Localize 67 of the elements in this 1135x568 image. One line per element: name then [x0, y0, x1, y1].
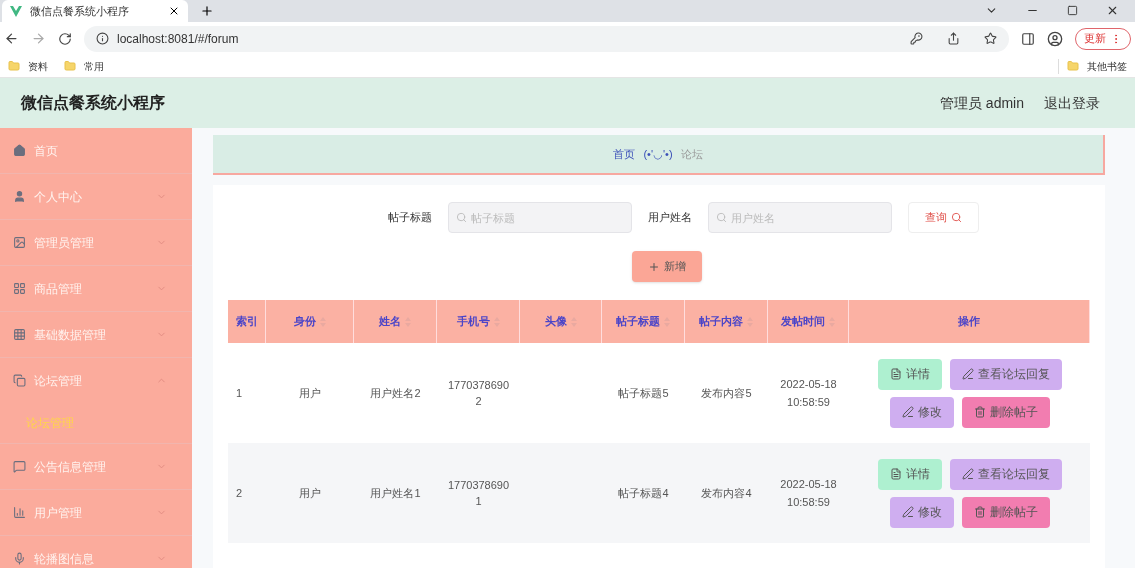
pen-icon [961, 368, 974, 380]
table-cell-text: 用户姓名2 [370, 385, 421, 401]
trash-icon [973, 406, 986, 418]
key-icon[interactable] [910, 32, 923, 45]
info-icon[interactable] [96, 32, 109, 45]
star-icon[interactable] [984, 32, 997, 45]
table-cell-text: 2 [236, 485, 243, 501]
user-label: 管理员 admin [939, 93, 1024, 113]
browser-tab[interactable]: 微信点餐系统小程序 [2, 0, 188, 22]
replies-button[interactable]: 查看论坛回复 [949, 458, 1062, 490]
pen-icon [901, 506, 914, 518]
table-cell-text: 用户 [299, 485, 321, 501]
search-icon [715, 212, 727, 223]
table-cell-text: 2022-05-18 10:58:59 [779, 477, 838, 510]
plus-icon [648, 260, 660, 273]
maximize-icon[interactable] [1067, 5, 1078, 16]
new-tab-icon[interactable] [200, 4, 214, 18]
bookmark[interactable]: 常用 [64, 58, 104, 74]
breadcrumb-current: 论坛 [680, 146, 703, 162]
side-panel-icon[interactable] [1021, 31, 1035, 46]
folder-icon [8, 60, 20, 72]
edit-button[interactable]: 修改 [889, 396, 954, 428]
table-cell-text: 2022-05-18 10:58:59 [779, 377, 838, 410]
breadcrumb-separator: (•'◡'•) [643, 146, 673, 162]
table-cell-text: 17703786902 [446, 377, 511, 409]
search-button[interactable]: 查询 [907, 202, 979, 233]
logout-link[interactable]: 退出登录 [1044, 92, 1100, 114]
reload-icon[interactable] [58, 31, 72, 46]
app-title: 微信点餐系统小程序 [21, 93, 166, 113]
field-label: 帖子标题 [387, 210, 432, 226]
table-cell-text: 用户姓名1 [370, 485, 421, 501]
profile-icon[interactable] [1047, 30, 1063, 47]
back-icon[interactable] [4, 31, 19, 46]
share-icon[interactable] [947, 32, 960, 45]
address-bar[interactable]: localhost:8081/#/forum [84, 25, 1009, 52]
document-icon [889, 468, 902, 480]
delete-button[interactable]: 删除帖子 [961, 396, 1050, 428]
edit-button[interactable]: 修改 [889, 496, 954, 528]
close-icon[interactable] [168, 5, 180, 17]
pen-icon [901, 406, 914, 418]
pen-icon [961, 468, 974, 480]
add-button[interactable]: 新增 [632, 251, 702, 282]
table-cell-text: 发布内容4 [701, 485, 752, 501]
trash-icon [973, 506, 986, 518]
logo-icon [10, 5, 22, 17]
bookmark[interactable]: 其他书签 [1058, 58, 1127, 74]
details-button[interactable]: 详情 [877, 358, 942, 390]
table-cell-text: 17703786901 [446, 477, 511, 509]
folder-icon [64, 60, 76, 72]
field-label: 用户姓名 [647, 210, 692, 226]
search-icon [950, 212, 962, 223]
delete-button[interactable]: 删除帖子 [961, 496, 1050, 528]
table-cell-text: 帖子标题5 [618, 385, 669, 401]
details-button[interactable]: 详情 [877, 458, 942, 490]
breadcrumb-link[interactable]: 首页 [613, 145, 636, 163]
replies-button[interactable]: 查看论坛回复 [949, 358, 1062, 390]
document-icon [889, 368, 902, 380]
table-cell-text: 用户 [299, 385, 321, 401]
close-icon[interactable] [1106, 4, 1119, 17]
search-icon [455, 212, 467, 223]
bookmark[interactable]: 资料 [8, 58, 48, 74]
folder-icon [1067, 60, 1079, 72]
url-text: localhost:8081/#/forum [117, 30, 240, 48]
tab-title: 微信点餐系统小程序 [30, 3, 130, 19]
table-cell-text: 1 [236, 385, 243, 401]
table-cell-text: 发布内容5 [701, 385, 752, 401]
table-cell-text: 帖子标题4 [618, 485, 669, 501]
